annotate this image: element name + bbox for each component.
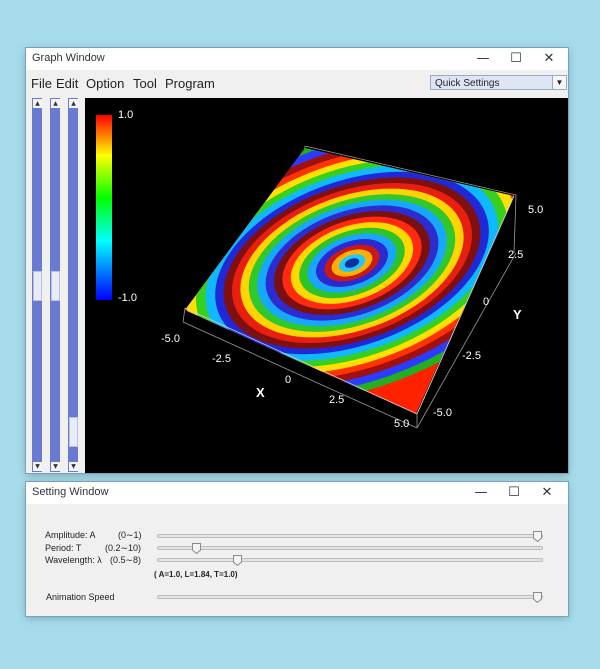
slider-thumb-3[interactable] — [69, 417, 78, 447]
close-button[interactable]: ✕ — [532, 48, 566, 70]
period-range: (0.2∼10) — [105, 543, 142, 553]
menu-tool[interactable]: Tool — [133, 76, 157, 91]
setting-titlebar[interactable]: Setting Window — ☐ ✕ — [26, 482, 568, 504]
menu-file[interactable]: File — [31, 76, 52, 91]
wavelength-range: (0.5∼8) — [110, 555, 142, 565]
menu-program[interactable]: Program — [165, 76, 215, 91]
slider-knob[interactable] — [233, 555, 242, 566]
setting-window-title: Setting Window — [32, 486, 109, 498]
x-tick: 5.0 — [394, 418, 410, 430]
minimize-button[interactable]: — — [464, 482, 498, 504]
scroll-down-icon[interactable]: ▼ — [69, 462, 78, 471]
period-slider[interactable] — [157, 543, 543, 554]
slider-knob[interactable] — [192, 543, 201, 554]
y-axis-label: Y — [513, 307, 522, 322]
y-tick: 5.0 — [528, 204, 544, 216]
amplitude-slider[interactable] — [157, 531, 543, 542]
close-button[interactable]: ✕ — [530, 482, 564, 504]
graph-window: Graph Window — ☐ ✕ File Edit Option Tool… — [26, 48, 568, 473]
slider-knob[interactable] — [533, 592, 542, 603]
maximize-button[interactable]: ☐ — [499, 48, 533, 70]
amplitude-label: Amplitude: A — [45, 530, 96, 540]
slider-thumb-1[interactable] — [33, 271, 42, 301]
scroll-up-icon[interactable]: ▲ — [51, 99, 60, 108]
minimize-button[interactable]: — — [466, 48, 500, 70]
surface-plot[interactable]: 1.0 -1.0 -5.0 -2.5 0 2.5 5.0 -5.0 -2.5 0… — [85, 98, 568, 473]
x-tick: -2.5 — [212, 353, 231, 365]
graph-window-title: Graph Window — [32, 52, 105, 64]
period-label: Period: T — [45, 543, 82, 553]
scroll-up-icon[interactable]: ▲ — [69, 99, 78, 108]
maximize-button[interactable]: ☐ — [497, 482, 531, 504]
menu-option[interactable]: Option — [86, 76, 124, 91]
vertical-slider-1[interactable]: ▲ ▼ — [32, 98, 42, 472]
animation-speed-slider[interactable] — [157, 592, 543, 603]
vertical-slider-2[interactable]: ▲ ▼ — [50, 98, 60, 472]
x-axis-label: X — [256, 385, 265, 400]
surface-plot-graphic — [96, 115, 517, 429]
colorbar-max-label: 1.0 — [118, 109, 134, 121]
menu-edit[interactable]: Edit — [56, 76, 78, 91]
x-tick: 2.5 — [329, 394, 345, 406]
chevron-down-icon[interactable]: ▼ — [552, 76, 566, 89]
wavelength-slider[interactable] — [157, 555, 543, 566]
graph-titlebar[interactable]: Graph Window — ☐ ✕ — [26, 48, 568, 70]
slider-knob[interactable] — [533, 531, 542, 542]
animation-speed-label: Animation Speed — [46, 592, 115, 602]
colorbar — [96, 115, 112, 300]
y-tick: -5.0 — [433, 407, 452, 419]
scroll-down-icon[interactable]: ▼ — [33, 462, 42, 471]
y-tick: 2.5 — [508, 249, 524, 261]
slider-thumb-2[interactable] — [51, 271, 60, 301]
vertical-slider-3[interactable]: ▲ ▼ — [68, 98, 78, 472]
y-tick: -2.5 — [462, 350, 481, 362]
x-tick: -5.0 — [161, 333, 180, 345]
scroll-down-icon[interactable]: ▼ — [51, 462, 60, 471]
wavelength-label: Wavelength: λ — [45, 555, 102, 565]
parameter-status: ( A=1.0, L=1.84, T=1.0) — [154, 570, 238, 579]
x-tick: 0 — [285, 374, 292, 386]
setting-window: Setting Window — ☐ ✕ Amplitude: A (0∼1) … — [26, 482, 568, 616]
y-tick: 0 — [483, 296, 490, 308]
amplitude-range: (0∼1) — [118, 530, 142, 540]
scroll-up-icon[interactable]: ▲ — [33, 99, 42, 108]
colorbar-min-label: -1.0 — [118, 292, 137, 304]
quick-settings-dropdown[interactable]: Quick Settings ▼ — [430, 75, 567, 90]
quick-settings-value: Quick Settings — [435, 78, 500, 89]
